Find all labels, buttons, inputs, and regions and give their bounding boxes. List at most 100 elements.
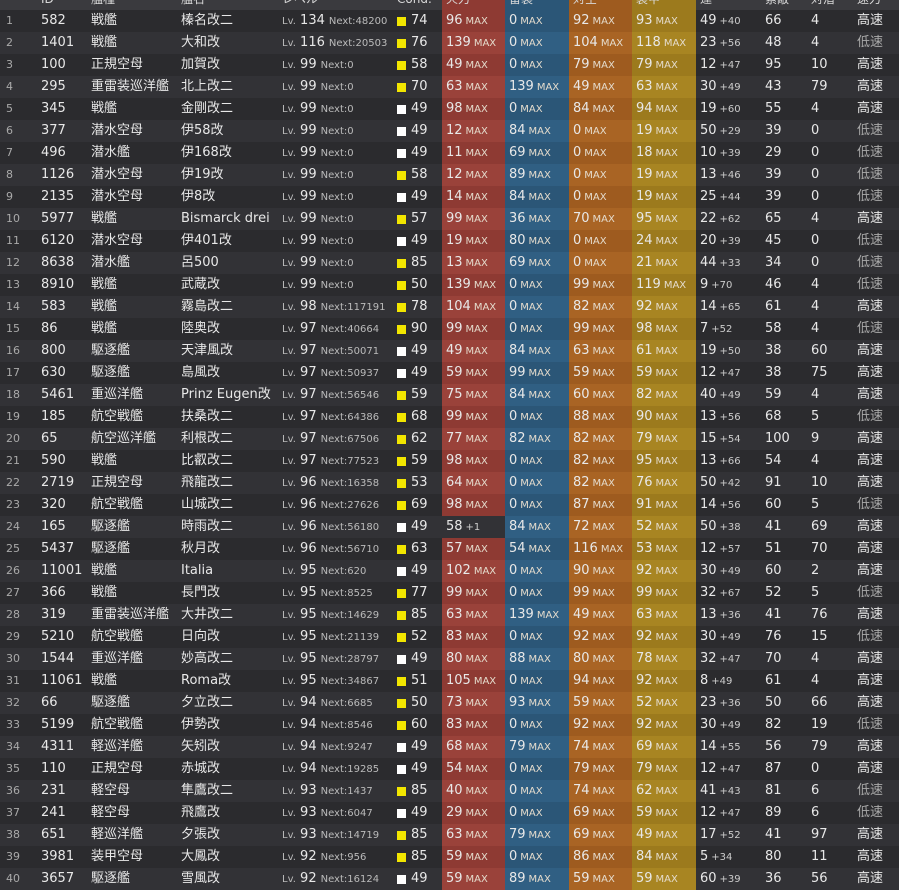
col-header-type[interactable]: 艦種 <box>87 0 177 10</box>
table-row[interactable]: 3 100 正規空母 加賀改 Lv. 99 Next:0 58 49 MAX 0 MAX 79 MAX 7… <box>0 54 899 76</box>
table-row[interactable]: 39 3981 装甲空母 大鳳改 Lv. 92 Next:956 85 59 MAX 0 MAX 86… <box>0 846 899 868</box>
table-row[interactable]: 30 1544 重巡洋艦 妙高改二 Lv. 95 Next:28797 49 80 MAX 88 M… <box>0 648 899 670</box>
table-row[interactable]: 8 1126 潜水空母 伊19改 Lv. 99 Next:0 58 12 MAX 89 MAX 0 MA… <box>0 164 899 186</box>
luck-value: 50 <box>700 123 717 138</box>
table-row[interactable]: 13 8910 戦艦 武蔵改 Lv. 99 Next:0 50 139 MAX 0 MAX 99 MAX… <box>0 274 899 296</box>
firepower-value: 19 <box>446 233 463 248</box>
col-header-level[interactable]: レベル <box>278 0 392 10</box>
max-badge: MAX <box>592 82 615 93</box>
table-row[interactable]: 28 319 重雷装巡洋艦 大井改二 Lv. 95 Next:14629 85 63 MAX 13… <box>0 604 899 626</box>
table-row[interactable]: 31 11061 戦艦 Roma改 Lv. 95 Next:34867 51 105 MAX 0 M… <box>0 670 899 692</box>
table-row[interactable]: 25 5437 駆逐艦 秋月改 Lv. 96 Next:56710 63 57 MAX 54 MAX… <box>0 538 899 560</box>
col-header-speed[interactable]: 速力 <box>853 0 899 10</box>
level-prefix: Lv. <box>282 258 296 269</box>
table-row[interactable]: 5 345 戦艦 金剛改二 Lv. 99 Next:0 49 98 MAX 0 MAX 84 MAX 94… <box>0 98 899 120</box>
table-row[interactable]: 2 1401 戦艦 大和改 Lv. 116 Next:20503 76 139 MAX 0 MAX 1… <box>0 32 899 54</box>
table-row[interactable]: 16 800 駆逐艦 天津風改 Lv. 97 Next:50071 49 49 MAX 84 MAX… <box>0 340 899 362</box>
table-row[interactable]: 21 590 戦艦 比叡改二 Lv. 97 Next:77523 59 98 MAX 0 MAX 82… <box>0 450 899 472</box>
ship-level-cell: Lv. 99 Next:0 <box>278 164 392 186</box>
level-value: 93 <box>300 805 317 820</box>
firepower-cell: 77 MAX <box>442 428 505 450</box>
armor-value: 79 <box>636 761 653 776</box>
col-header-armor[interactable]: 装甲 <box>632 0 696 10</box>
los-cell: 68 <box>765 409 782 424</box>
col-header-los[interactable]: 索敵 <box>761 0 807 10</box>
table-row[interactable]: 1 582 戦艦 榛名改二 Lv. 134 Next:48200 74 96 MAX 0 MAX 92… <box>0 10 899 32</box>
asw-cell: 60 <box>811 343 828 358</box>
asw-cell: 79 <box>811 79 828 94</box>
table-row[interactable]: 11 6120 潜水空母 伊401改 Lv. 99 Next:0 49 19 MAX 80 MAX 0… <box>0 230 899 252</box>
luck-value: 50 <box>700 475 717 490</box>
table-row[interactable]: 20 65 航空巡洋艦 利根改二 Lv. 97 Next:67506 62 77 MAX 82 MA… <box>0 428 899 450</box>
torpedo-value: 0 <box>509 321 518 336</box>
torpedo-value: 0 <box>509 13 518 28</box>
ship-id-cell: 319 <box>41 607 66 622</box>
firepower-value: 49 <box>446 343 463 358</box>
col-header-index[interactable] <box>0 0 37 10</box>
max-badge: MAX <box>520 412 543 423</box>
table-row[interactable]: 15 86 戦艦 陸奥改 Lv. 97 Next:40664 90 99 MAX 0 MAX 99 MA… <box>0 318 899 340</box>
table-row[interactable]: 27 366 戦艦 長門改 Lv. 95 Next:8525 77 99 MAX 0 MAX 99 MA… <box>0 582 899 604</box>
col-header-antiair[interactable]: 対空 <box>569 0 632 10</box>
col-header-cond[interactable]: Cond. <box>392 0 442 10</box>
table-row[interactable]: 9 2135 潜水空母 伊8改 Lv. 99 Next:0 49 14 MAX 84 MAX 0 MAX… <box>0 186 899 208</box>
table-row[interactable]: 26 11001 戦艦 Italia Lv. 95 Next:620 49 102 MAX 0 MA… <box>0 560 899 582</box>
level-prefix: Lv. <box>282 478 296 489</box>
table-row[interactable]: 34 4311 軽巡洋艦 矢矧改 Lv. 94 Next:9247 49 68 MAX 79 MAX… <box>0 736 899 758</box>
torpedo-cell: 84 MAX <box>505 516 569 538</box>
armor-value: 18 <box>636 145 653 160</box>
table-row[interactable]: 4 295 重雷装巡洋艦 北上改二 Lv. 99 Next:0 70 63 MAX 139 MAX 4… <box>0 76 899 98</box>
firepower-value: 40 <box>446 783 463 798</box>
torpedo-cell: 80 MAX <box>505 230 569 252</box>
max-badge: MAX <box>592 302 615 313</box>
ship-id-cell: 582 <box>41 13 66 28</box>
level-prefix: Lv. <box>282 500 296 511</box>
table-row[interactable]: 6 377 潜水空母 伊58改 Lv. 99 Next:0 49 12 MAX 84 MAX 0 MAX… <box>0 120 899 142</box>
ship-name-cell: 秋月改 <box>181 541 221 556</box>
col-header-id[interactable]: ID <box>37 0 87 10</box>
level-prefix: Lv. <box>282 368 296 379</box>
col-header-torpedo[interactable]: 雷装 <box>505 0 569 10</box>
col-header-luck[interactable]: 運 <box>696 0 761 10</box>
table-row[interactable]: 14 583 戦艦 霧島改二 Lv. 98 Next:117191 78 104 MAX 0 MAX… <box>0 296 899 318</box>
table-row[interactable]: 10 5977 戦艦 Bismarck drei Lv. 99 Next:0 57 99 MAX… <box>0 208 899 230</box>
table-row[interactable]: 37 241 軽空母 飛鷹改 Lv. 93 Next:6047 49 29 MAX 0 MAX 69 M… <box>0 802 899 824</box>
table-row[interactable]: 38 651 軽巡洋艦 夕張改 Lv. 93 Next:14719 85 63 MAX 79 MAX… <box>0 824 899 846</box>
table-row[interactable]: 18 5461 重巡洋艦 Prinz Eugen改 Lv. 97 Next:56546 59… <box>0 384 899 406</box>
table-row[interactable]: 24 165 駆逐艦 時雨改二 Lv. 96 Next:56180 49 58 +1 84 MAX 7… <box>0 516 899 538</box>
max-badge: MAX <box>528 368 551 379</box>
luck-cell: 23 +56 <box>696 32 761 54</box>
table-row[interactable]: 12 8638 潜水艦 呂500 Lv. 99 Next:0 85 13 MAX 69 MAX 0 MA… <box>0 252 899 274</box>
los-cell: 100 <box>765 431 790 446</box>
los-cell: 60 <box>765 563 782 578</box>
condition-square-icon <box>397 632 406 642</box>
table-row[interactable]: 23 320 航空戦艦 山城改二 Lv. 96 Next:27626 69 98 MAX 0 MAX… <box>0 494 899 516</box>
col-header-asw[interactable]: 対潜 <box>807 0 853 10</box>
ship-name-cell: 呂500 <box>181 255 219 270</box>
table-row[interactable]: 40 3657 駆逐艦 雪風改 Lv. 92 Next:16124 49 59 MAX 89 MAX… <box>0 868 899 890</box>
ship-type-cell: 潜水空母 <box>91 189 144 204</box>
table-row[interactable]: 7 496 潜水艦 伊168改 Lv. 99 Next:0 49 11 MAX 69 MAX 0 MAX… <box>0 142 899 164</box>
speed-cell: 低速 <box>857 497 884 512</box>
max-badge: MAX <box>655 60 678 71</box>
los-cell: 61 <box>765 673 782 688</box>
table-row[interactable]: 19 185 航空戦艦 扶桑改二 Lv. 97 Next:64386 68 99 MAX 0 MAX… <box>0 406 899 428</box>
col-header-name[interactable]: 艦名 <box>177 0 278 10</box>
col-header-firepower[interactable]: 火力 <box>442 0 505 10</box>
table-row[interactable]: 29 5210 航空戦艦 日向改 Lv. 95 Next:21139 52 83 MAX 0 MAX… <box>0 626 899 648</box>
table-row[interactable]: 32 66 駆逐艦 夕立改二 Lv. 94 Next:6685 50 73 MAX 93 MAX 59… <box>0 692 899 714</box>
table-row[interactable]: 35 110 正規空母 赤城改 Lv. 94 Next:19285 49 54 MAX 0 MAX 7… <box>0 758 899 780</box>
table-row[interactable]: 17 630 駆逐艦 島風改 Lv. 97 Next:50937 49 59 MAX 99 MAX 5… <box>0 362 899 384</box>
max-badge: MAX <box>663 280 687 291</box>
armor-cell: 19 MAX <box>632 120 696 142</box>
table-row[interactable]: 22 2719 正規空母 飛龍改二 Lv. 96 Next:16358 53 64 MAX 0 MA… <box>0 472 899 494</box>
next-exp-label: Next: <box>320 258 348 269</box>
level-value: 95 <box>300 607 317 622</box>
firepower-cell: 139 MAX <box>442 274 505 296</box>
next-exp-label: Next: <box>320 786 348 797</box>
ship-type-cell: 戦艦 <box>91 673 118 688</box>
table-row[interactable]: 36 231 軽空母 隼鷹改二 Lv. 93 Next:1437 85 40 MAX 0 MAX 74… <box>0 780 899 802</box>
table-row[interactable]: 33 5199 航空戦艦 伊勢改 Lv. 94 Next:8546 60 83 MAX 0 MAX 9… <box>0 714 899 736</box>
ship-id-cell: 4311 <box>41 739 75 754</box>
ship-id-cell: 630 <box>41 365 66 380</box>
